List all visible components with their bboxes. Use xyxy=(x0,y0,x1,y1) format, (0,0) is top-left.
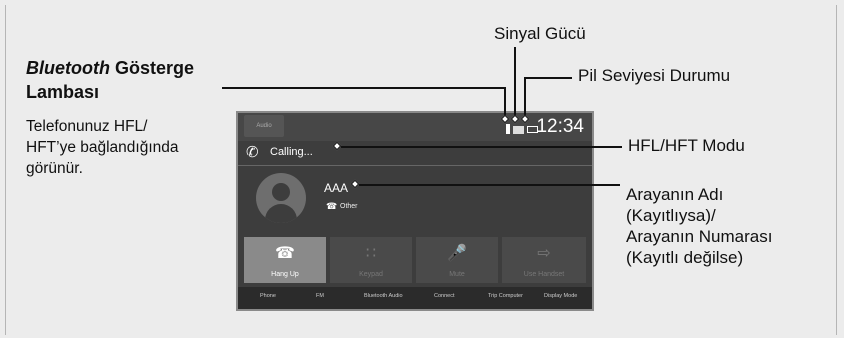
call-status-row: ✆ Calling... xyxy=(238,141,592,166)
nav-phone[interactable]: Phone xyxy=(260,293,276,299)
callout-line-caller xyxy=(359,184,620,186)
bluetooth-icon xyxy=(506,124,510,134)
phone-type-icon: ☎ xyxy=(326,201,338,211)
hfl-mode-label: HFL/HFT Modu xyxy=(628,136,745,155)
callout-line-bluetooth xyxy=(222,87,505,89)
nav-trip-computer[interactable]: Trip Computer xyxy=(488,293,523,299)
nav-connect[interactable]: Connect xyxy=(434,293,455,299)
avatar-icon xyxy=(256,173,306,223)
audio-button[interactable]: Audio xyxy=(244,115,284,137)
mute-button[interactable]: 🎤 Mute xyxy=(416,237,498,283)
nav-bluetooth-audio[interactable]: Bluetooth Audio xyxy=(364,293,403,299)
phone-screen: Audio 12:34 ✆ Calling... AAA ☎ Other ☎ H… xyxy=(236,111,594,311)
hang-up-button[interactable]: ☎ Hang Up xyxy=(244,237,326,283)
callout-line-battery-v xyxy=(524,77,526,118)
use-handset-button[interactable]: ⇨ Use Handset xyxy=(502,237,586,283)
signal-strength-label: Sinyal Gücü xyxy=(494,24,586,43)
signal-icon xyxy=(513,126,524,134)
status-bar: Audio 12:34 xyxy=(238,113,592,141)
calling-status: Calling... xyxy=(270,146,313,158)
callout-line-signal xyxy=(514,47,516,118)
handset-icon: ⇨ xyxy=(537,245,551,262)
callout-line-battery xyxy=(524,77,572,79)
bluetooth-indicator-title: Bluetooth Gösterge Lambası xyxy=(26,58,195,102)
mute-icon: 🎤 xyxy=(447,245,467,262)
nav-display-mode[interactable]: Display Mode xyxy=(544,293,577,299)
battery-level-label: Pil Seviyesi Durumu xyxy=(578,66,731,85)
caller-type: Other xyxy=(340,203,358,210)
bluetooth-indicator-description: Telefonunuz HFL/ HFT’ye bağlandığında gö… xyxy=(26,118,179,177)
caller-name: AAA xyxy=(324,181,349,195)
keypad-icon: ∷ xyxy=(365,245,377,262)
nav-fm[interactable]: FM xyxy=(316,293,324,299)
callout-line-bluetooth-v xyxy=(504,87,506,118)
callout-line-hfl xyxy=(341,146,622,148)
caller-info-label: Arayanın Adı (Kayıtlıysa)/ Arayanın Numa… xyxy=(626,185,773,267)
keypad-button[interactable]: ∷ Keypad xyxy=(330,237,412,283)
bottom-nav: Phone FM Bluetooth Audio Connect Trip Co… xyxy=(238,287,592,309)
clock: 12:34 xyxy=(536,116,584,137)
phone-icon: ✆ xyxy=(246,144,259,161)
hang-up-icon: ☎ xyxy=(275,245,295,262)
